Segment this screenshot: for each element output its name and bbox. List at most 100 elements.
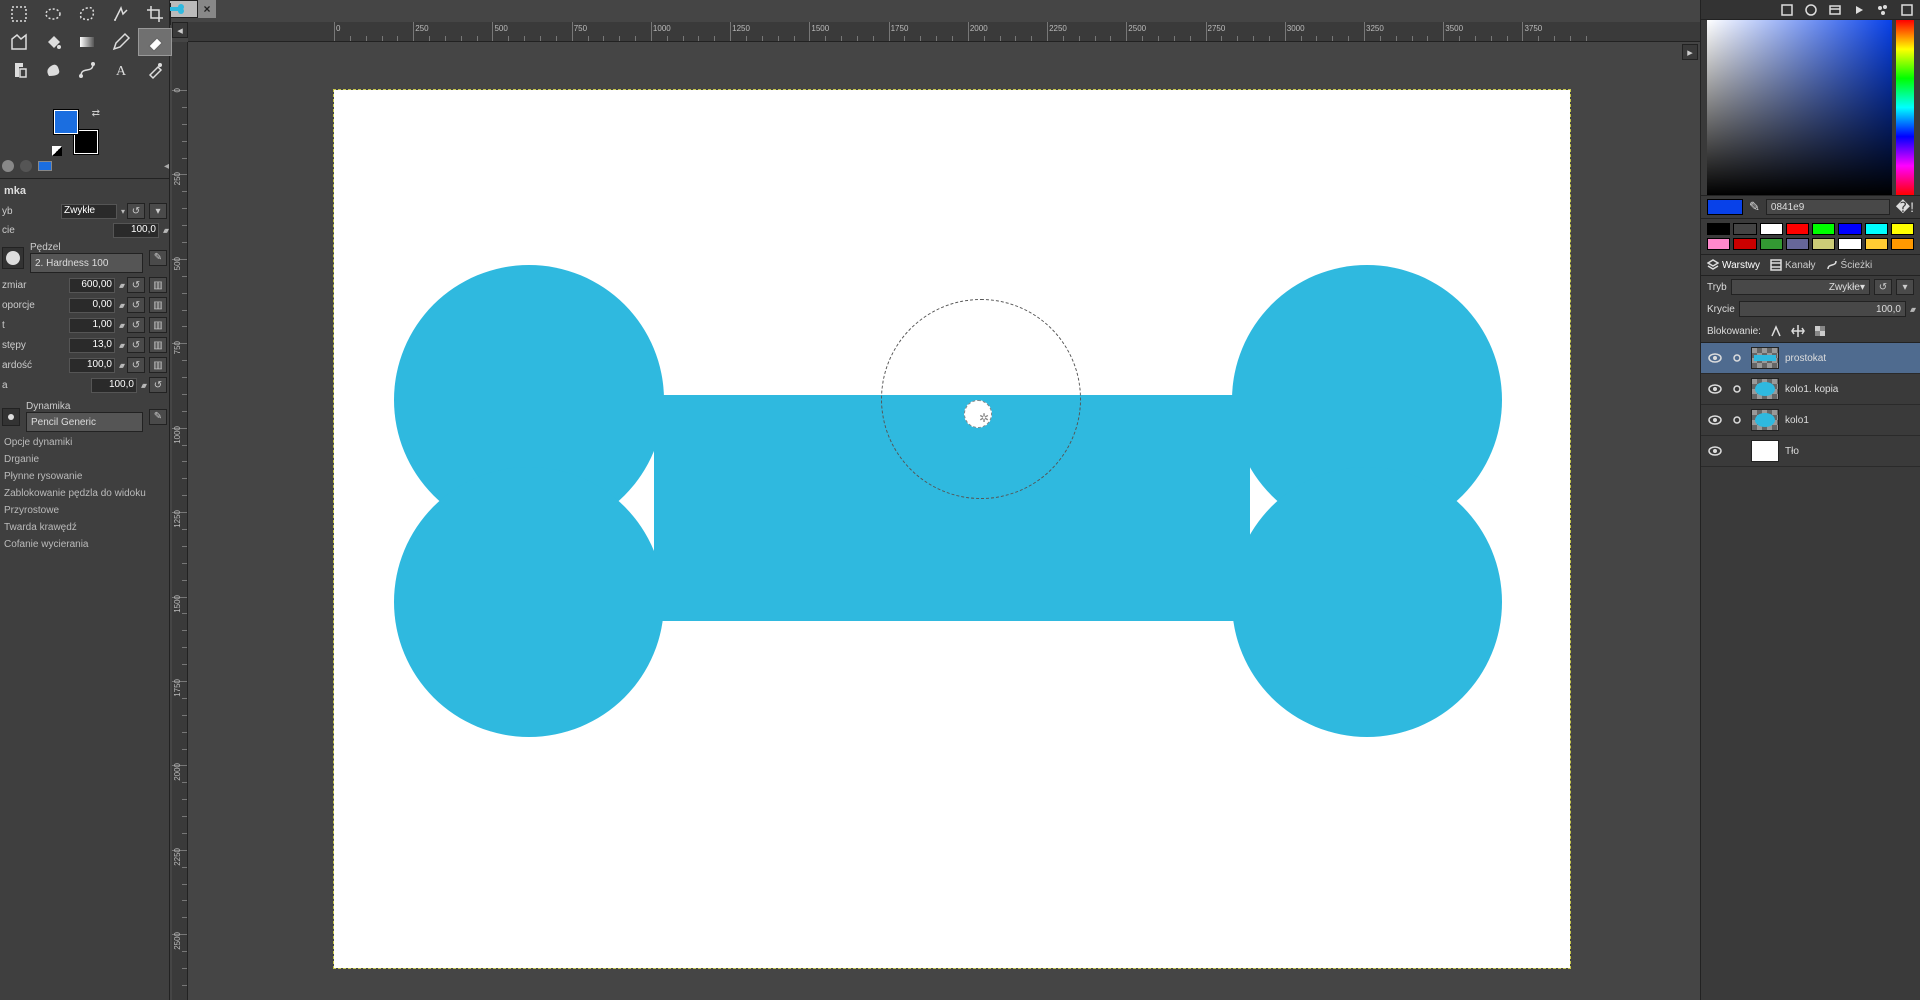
nav-arrow-right[interactable]: ▸ [1682, 44, 1698, 60]
dynamics-preview[interactable] [2, 408, 20, 426]
tool-fuzzy-select[interactable] [104, 0, 138, 28]
mode-select[interactable]: Zwykłe [61, 204, 117, 219]
lock-move-icon[interactable] [1791, 324, 1805, 338]
layer-name[interactable]: prostokat [1785, 353, 1914, 364]
layer-visibility-icon[interactable] [1707, 351, 1723, 365]
tool-paths[interactable] [70, 56, 104, 84]
layer-visibility-icon[interactable] [1707, 382, 1723, 396]
palette-swatch[interactable] [1865, 238, 1888, 250]
eyedropper-icon[interactable]: ✎ [1749, 199, 1760, 215]
layer-row[interactable]: Tło [1701, 436, 1920, 467]
palette-swatch[interactable] [1760, 223, 1783, 235]
palette-swatch[interactable] [1838, 223, 1861, 235]
opacity-stepper[interactable]: ▴▾ [163, 226, 167, 235]
opt-check-2[interactable]: Płynne rysowanie [2, 468, 167, 485]
swap-colors-icon[interactable]: ⇄ [92, 108, 100, 119]
current-color-swatch[interactable] [1707, 199, 1743, 215]
spacing-input[interactable]: 13,0 [69, 338, 115, 353]
tab-device-icon[interactable] [1802, 2, 1820, 18]
tool-transform[interactable] [2, 28, 36, 56]
dynamics-name-select[interactable]: Pencil Generic [26, 412, 143, 432]
layer-link-icon[interactable] [1729, 383, 1745, 395]
tab-history-icon[interactable] [1826, 2, 1844, 18]
layer-link-icon[interactable] [1729, 414, 1745, 426]
opt-check-0[interactable]: Opcje dynamiki [2, 434, 167, 451]
size-input[interactable]: 600,00 [69, 278, 115, 293]
fg-color-swatch[interactable] [54, 110, 78, 134]
tab-channels[interactable]: Kanały [1770, 259, 1816, 271]
tool-rect-select[interactable] [2, 0, 36, 28]
layer-link-icon[interactable] [1729, 352, 1745, 364]
hex-input[interactable]: 0841e9 [1766, 199, 1890, 215]
lock-paint-icon[interactable] [1769, 324, 1783, 338]
ruler-origin-button[interactable]: ◂ [172, 22, 188, 38]
opt-check-1[interactable]: Drganie [2, 451, 167, 468]
tab-images-icon[interactable] [1850, 2, 1868, 18]
opt-check-6[interactable]: Cofanie wycierania [2, 536, 167, 553]
tool-color-picker[interactable] [138, 56, 172, 84]
tab-add-icon[interactable] [1898, 2, 1916, 18]
close-image-button[interactable]: × [198, 0, 216, 18]
palette-swatch[interactable] [1865, 223, 1888, 235]
size-reset[interactable]: ↺ [127, 277, 145, 293]
brush-indicator-icon[interactable] [2, 160, 14, 172]
layer-row[interactable]: kolo1. kopia [1701, 374, 1920, 405]
layer-opacity-input[interactable]: 100,0 [1739, 301, 1906, 317]
palette-swatch[interactable] [1733, 238, 1756, 250]
tool-ellipse-select[interactable] [36, 0, 70, 28]
layer-visibility-icon[interactable] [1707, 413, 1723, 427]
palette-swatch[interactable] [1812, 223, 1835, 235]
palette-swatch[interactable] [1733, 223, 1756, 235]
aspect-input[interactable]: 0,00 [69, 298, 115, 313]
tool-text[interactable]: A [104, 56, 138, 84]
reset-colors-icon[interactable] [52, 146, 62, 156]
tool-smudge[interactable] [36, 56, 70, 84]
tool-eraser[interactable] [138, 28, 172, 56]
layer-name[interactable]: kolo1 [1785, 415, 1914, 426]
chevron-down-icon[interactable]: ▾ [121, 207, 123, 216]
tool-clone[interactable] [2, 56, 36, 84]
tool-bucket-fill[interactable] [36, 28, 70, 56]
palette-swatch[interactable] [1707, 223, 1730, 235]
tab-paths[interactable]: Ścieżki [1826, 259, 1873, 271]
mode-menu-button[interactable]: ▾ [149, 203, 167, 219]
hue-slider[interactable] [1896, 20, 1914, 195]
tool-pencil[interactable] [104, 28, 138, 56]
tab-layers[interactable]: Warstwy [1707, 259, 1760, 271]
palette-swatch[interactable] [1786, 238, 1809, 250]
opacity-input[interactable]: 100,0 [113, 223, 159, 238]
layer-mode-reset[interactable]: ↺ [1874, 279, 1892, 295]
palette-swatch[interactable] [1891, 223, 1914, 235]
brush-preview[interactable] [2, 247, 24, 269]
brush-name-select[interactable]: 2. Hardness 100 [30, 253, 143, 273]
layer-row[interactable]: kolo1 [1701, 405, 1920, 436]
angle-input[interactable]: 1,00 [69, 318, 115, 333]
hardness-input[interactable]: 100,0 [69, 358, 115, 373]
lock-alpha-icon[interactable] [1813, 324, 1827, 338]
dynamics-edit-button[interactable]: ✎ [149, 409, 167, 425]
layer-mode-select[interactable]: Zwykłe ▾ [1731, 279, 1870, 295]
tab-tool-options-icon[interactable] [1778, 2, 1796, 18]
tool-free-select[interactable] [70, 0, 104, 28]
ruler-horizontal[interactable]: 0250500750100012501500175020002250250027… [188, 22, 1700, 42]
reset-mode-button[interactable]: ↺ [127, 203, 145, 219]
layer-row[interactable]: prostokat [1701, 343, 1920, 374]
options-menu-icon[interactable]: ◂ [164, 161, 169, 172]
color-picker-area[interactable] [1701, 20, 1920, 195]
palette-swatch[interactable] [1707, 238, 1730, 250]
ruler-vertical[interactable]: 02505007501000125015001750200022502500 [172, 42, 188, 1000]
opt-check-4[interactable]: Przyrostowe [2, 502, 167, 519]
brush-edit-button[interactable]: ✎ [149, 250, 167, 266]
palette-swatch[interactable] [1838, 238, 1861, 250]
force-input[interactable]: 100,0 [91, 378, 137, 393]
tool-gradient[interactable] [70, 28, 104, 56]
palette-swatch[interactable] [1760, 238, 1783, 250]
layer-name[interactable]: kolo1. kopia [1785, 384, 1914, 395]
gradient-indicator-icon[interactable] [38, 161, 52, 171]
layer-name[interactable]: Tło [1785, 446, 1914, 457]
canvas-viewport[interactable]: ✲ [188, 42, 1700, 1000]
layer-visibility-icon[interactable] [1707, 444, 1723, 458]
opt-check-3[interactable]: Zablokowanie pędzla do widoku [2, 485, 167, 502]
palette-swatch[interactable] [1786, 223, 1809, 235]
tool-crop[interactable] [138, 0, 172, 28]
